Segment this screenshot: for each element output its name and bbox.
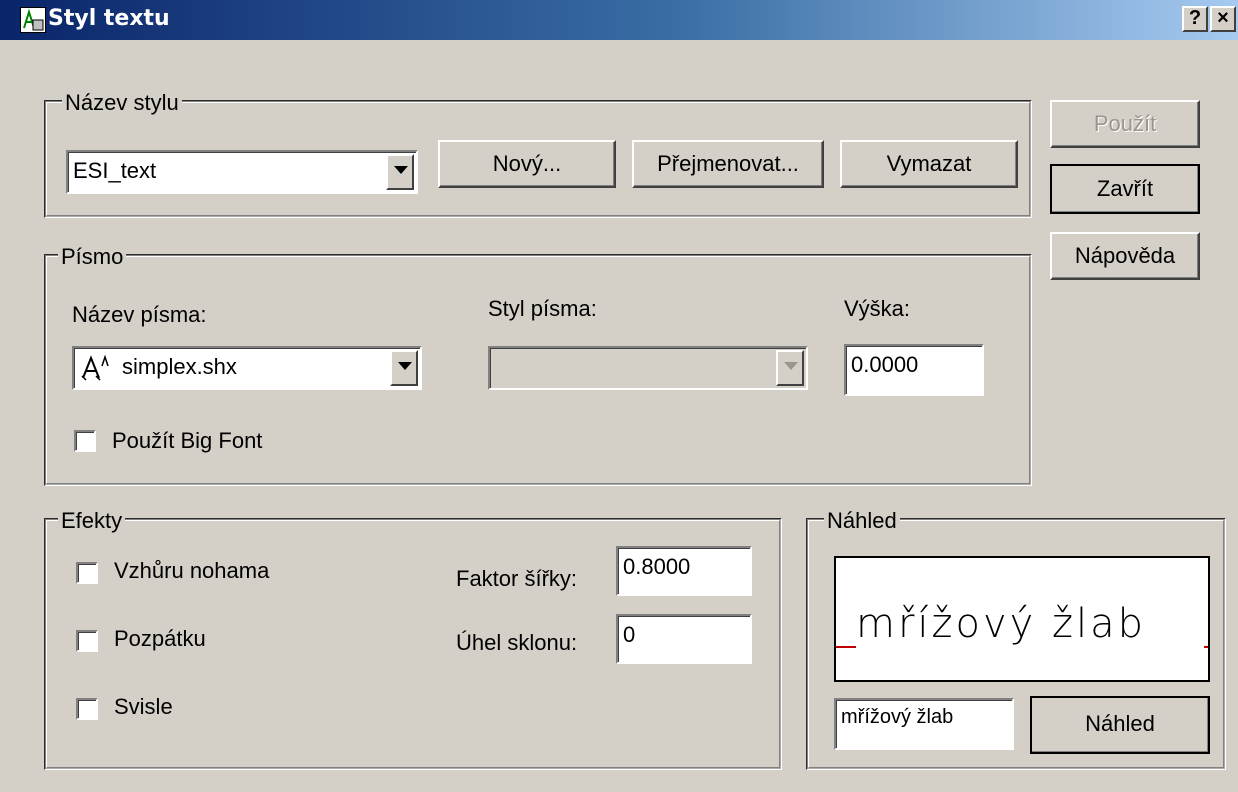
width-factor-input[interactable]: 0.8000	[616, 546, 752, 596]
preview-text-input-value: mřížový žlab	[841, 706, 954, 728]
effects-legend: Efekty	[58, 508, 126, 534]
chevron-down-icon	[394, 166, 408, 174]
rename-style-button[interactable]: Přejmenovat...	[632, 140, 824, 188]
font-style-label: Styl písma:	[488, 296, 597, 321]
font-style-dropdown-button[interactable]	[776, 350, 804, 386]
help-icon: ?	[1188, 7, 1202, 29]
font-style-dropdown[interactable]	[488, 346, 808, 390]
style-name-legend: Název stylu	[62, 90, 182, 116]
chevron-down-icon	[398, 362, 412, 370]
truetype-font-icon	[80, 354, 110, 388]
help-title-button[interactable]: ?	[1182, 6, 1208, 32]
oblique-input[interactable]: 0	[616, 614, 752, 664]
backwards-checkbox[interactable]	[76, 630, 98, 652]
preview-legend: Náhled	[824, 508, 900, 534]
upside-down-checkbox[interactable]	[76, 562, 98, 584]
bigfont-label: Použít Big Font	[112, 428, 263, 453]
font-name-label: Název písma:	[72, 302, 207, 327]
preview-area: mřížový žlab	[834, 556, 1210, 682]
oblique-label: Úhel sklonu:	[456, 630, 578, 655]
style-dropdown-button[interactable]	[386, 154, 414, 190]
font-name-dropdown-button[interactable]	[390, 350, 418, 386]
preview-text-input[interactable]: mřížový žlab	[834, 698, 1014, 750]
app-icon	[20, 7, 46, 33]
style-name-dropdown[interactable]: ESI_text	[66, 150, 418, 194]
upside-down-label: Vzhůru nohama	[114, 558, 270, 583]
vertical-label: Svisle	[114, 694, 173, 719]
close-title-button[interactable]: ×	[1210, 6, 1236, 32]
window-title: Styl textu	[48, 6, 170, 31]
close-icon: ×	[1217, 7, 1229, 29]
bigfont-checkbox[interactable]	[74, 430, 96, 452]
help-button[interactable]: Nápověda	[1050, 232, 1200, 280]
font-name-value: simplex.shx	[122, 354, 237, 379]
apply-button[interactable]: Použít	[1050, 100, 1200, 148]
oblique-value: 0	[623, 622, 636, 647]
preview-sample-text: mřížový žlab	[856, 598, 1204, 650]
preview-button[interactable]: Náhled	[1030, 696, 1210, 754]
vertical-checkbox[interactable]	[76, 698, 98, 720]
style-name-value: ESI_text	[73, 158, 157, 183]
width-factor-value: 0.8000	[623, 554, 691, 579]
font-legend: Písmo	[58, 244, 127, 270]
font-height-value: 0.0000	[851, 352, 919, 377]
close-button[interactable]: Zavřít	[1050, 164, 1200, 214]
chevron-down-icon	[784, 362, 798, 370]
backwards-label: Pozpátku	[114, 626, 206, 651]
font-name-dropdown[interactable]: simplex.shx	[72, 346, 422, 390]
delete-style-button[interactable]: Vymazat	[840, 140, 1018, 188]
font-height-label: Výška:	[844, 296, 911, 321]
title-bar: Styl textu ? ×	[0, 0, 1238, 40]
new-style-button[interactable]: Nový...	[438, 140, 616, 188]
font-height-input[interactable]: 0.0000	[844, 344, 984, 396]
width-factor-label: Faktor šířky:	[456, 566, 578, 591]
